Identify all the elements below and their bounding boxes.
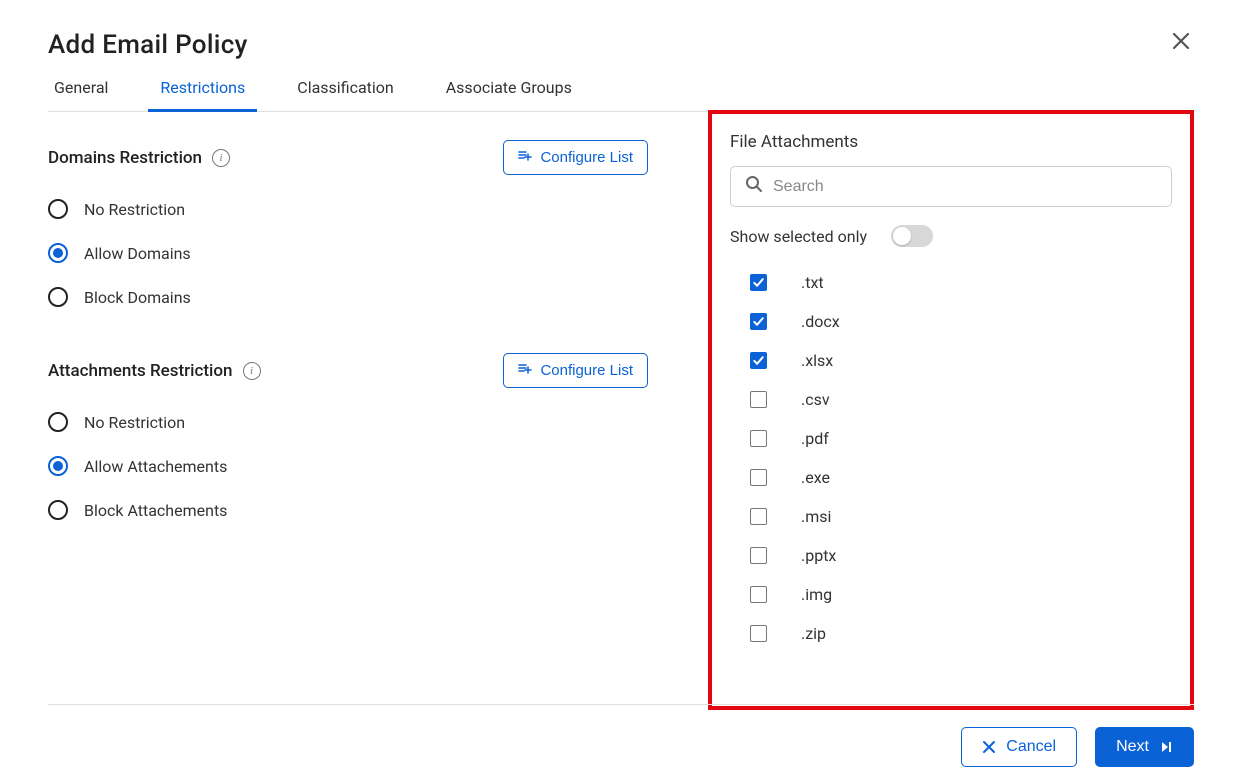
configure-attachments-label: Configure List — [540, 362, 633, 379]
configure-domains-button[interactable]: Configure List — [503, 140, 648, 175]
search-input[interactable] — [773, 178, 1157, 196]
next-label: Next — [1116, 738, 1149, 756]
attachments-radio-group: No Restriction Allow Attachements Block At… — [48, 406, 648, 526]
file-attachments-panel: File Attachments Show selected only .txt… — [708, 110, 1194, 710]
page-title: Add Email Policy — [48, 30, 1194, 60]
attachments-option[interactable]: No Restriction — [48, 406, 648, 438]
radio-icon — [48, 456, 68, 476]
file-type-row: .txt — [730, 267, 1172, 298]
domains-option[interactable]: Allow Domains — [48, 237, 648, 269]
radio-label: No Restriction — [84, 413, 185, 432]
domains-option[interactable]: Block Domains — [48, 281, 648, 313]
radio-icon — [48, 287, 68, 307]
file-type-row: .exe — [730, 462, 1172, 493]
tab-classification[interactable]: Classification — [291, 78, 399, 111]
file-checkbox[interactable] — [750, 391, 767, 408]
radio-icon — [48, 500, 68, 520]
file-type-row: .xlsx — [730, 345, 1172, 376]
file-type-row: .pdf — [730, 423, 1172, 454]
radio-icon — [48, 412, 68, 432]
tab-bar: General Restrictions Classification Associa… — [48, 78, 1194, 112]
attachments-section-title: Attachments Restriction — [48, 361, 233, 381]
file-panel-title: File Attachments — [730, 132, 1172, 152]
file-checkbox[interactable] — [750, 352, 767, 369]
file-extension-label: .zip — [801, 624, 826, 643]
radio-label: Allow Domains — [84, 244, 191, 263]
file-checkbox[interactable] — [750, 313, 767, 330]
attachments-option[interactable]: Block Attachements — [48, 494, 648, 526]
toggle-label: Show selected only — [730, 227, 867, 246]
toggle-knob — [893, 227, 911, 245]
file-extension-label: .pdf — [801, 429, 829, 448]
list-add-icon — [518, 362, 532, 379]
domains-option[interactable]: No Restriction — [48, 193, 648, 225]
file-list: .txt .docx .xlsx .csv .pdf .exe .msi .pptx .img.… — [730, 267, 1172, 649]
tab-restrictions[interactable]: Restrictions — [154, 78, 251, 111]
close-icon — [982, 740, 996, 754]
file-checkbox[interactable] — [750, 469, 767, 486]
file-extension-label: .csv — [801, 390, 830, 409]
tab-associate-groups[interactable]: Associate Groups — [440, 78, 578, 111]
file-extension-label: .pptx — [801, 546, 836, 565]
file-extension-label: .txt — [801, 273, 824, 292]
tab-general[interactable]: General — [48, 78, 114, 111]
attachments-option[interactable]: Allow Attachements — [48, 450, 648, 482]
close-button[interactable] — [1172, 30, 1190, 54]
file-type-row: .msi — [730, 501, 1172, 532]
configure-attachments-button[interactable]: Configure List — [503, 353, 648, 388]
file-checkbox[interactable] — [750, 430, 767, 447]
file-checkbox[interactable] — [750, 625, 767, 642]
show-selected-toggle[interactable] — [891, 225, 933, 247]
file-extension-label: .img — [801, 585, 832, 604]
file-type-row: .zip — [730, 618, 1172, 649]
play-next-icon — [1159, 740, 1173, 754]
info-icon[interactable]: i — [212, 149, 230, 167]
file-extension-label: .xlsx — [801, 351, 833, 370]
radio-icon — [48, 243, 68, 263]
cancel-button[interactable]: Cancel — [961, 727, 1077, 767]
radio-label: No Restriction — [84, 200, 185, 219]
configure-domains-label: Configure List — [540, 149, 633, 166]
radio-label: Allow Attachements — [84, 457, 227, 476]
file-checkbox[interactable] — [750, 547, 767, 564]
file-checkbox[interactable] — [750, 586, 767, 603]
domains-radio-group: No Restriction Allow Domains Block Domains — [48, 193, 648, 313]
radio-label: Block Attachements — [84, 501, 227, 520]
file-checkbox[interactable] — [750, 274, 767, 291]
search-box[interactable] — [730, 166, 1172, 207]
info-icon[interactable]: i — [243, 362, 261, 380]
file-extension-label: .exe — [801, 468, 830, 487]
search-icon — [745, 175, 763, 198]
cancel-label: Cancel — [1006, 738, 1056, 756]
file-type-row: .docx — [730, 306, 1172, 337]
radio-icon — [48, 199, 68, 219]
file-type-row: .img — [730, 579, 1172, 610]
file-type-row: .pptx — [730, 540, 1172, 571]
radio-label: Block Domains — [84, 288, 191, 307]
file-type-row: .csv — [730, 384, 1172, 415]
list-add-icon — [518, 149, 532, 166]
file-checkbox[interactable] — [750, 508, 767, 525]
next-button[interactable]: Next — [1095, 727, 1194, 767]
file-extension-label: .msi — [801, 507, 831, 526]
file-extension-label: .docx — [801, 312, 840, 331]
close-icon — [1172, 32, 1190, 50]
domains-section-title: Domains Restriction — [48, 148, 202, 168]
